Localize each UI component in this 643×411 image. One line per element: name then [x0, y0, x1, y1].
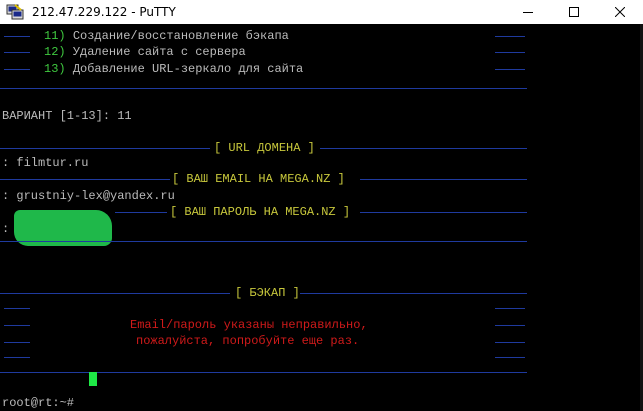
domain-header: [ URL ДОМЕНА ] — [214, 141, 315, 155]
menu-item-13: 13) Добавление URL-зеркало для сайта — [44, 62, 304, 76]
backup-rule-left — [4, 308, 30, 309]
domain-rule-left — [0, 148, 210, 149]
menu-rule-left — [4, 52, 30, 53]
minimize-button[interactable] — [505, 0, 551, 24]
shell-prompt: root@rt:~# — [2, 396, 75, 410]
minimize-icon — [523, 12, 533, 13]
title-bar[interactable]: 212.47.229.122 - PuTTY — [0, 0, 643, 24]
backup-rule-right — [495, 342, 525, 343]
menu-rule-right — [495, 52, 525, 53]
close-icon — [615, 7, 625, 17]
divider — [0, 241, 527, 242]
backup-rule-left — [4, 342, 30, 343]
maximize-button[interactable] — [551, 0, 597, 24]
email-value: : grustniy-lex@yandex.ru — [2, 189, 175, 203]
backup-rule-left — [4, 357, 30, 358]
email-rule-left — [0, 179, 170, 180]
terminal-area[interactable]: 11) Создание/восстановление бэкапа 12) У… — [0, 24, 643, 411]
backup-rule-right — [300, 293, 527, 294]
error-line-1: Email/пароль указаны неправильно, — [130, 318, 368, 332]
menu-rule-right — [495, 36, 525, 37]
putty-window: 212.47.229.122 - PuTTY 11) Создание/восс… — [0, 0, 643, 411]
menu-rule-right — [495, 69, 525, 70]
backup-rule-right — [495, 308, 525, 309]
backup-rule-right — [495, 325, 525, 326]
password-value: : — [2, 222, 10, 236]
email-header: [ ВАШ EMAIL НА MEGA.NZ ] — [172, 172, 345, 186]
backup-rule-left — [0, 293, 230, 294]
backup-header: [ БЭКАП ] — [235, 286, 300, 300]
close-button[interactable] — [597, 0, 643, 24]
password-rule-left — [115, 212, 167, 213]
menu-rule-left — [4, 36, 30, 37]
divider — [0, 88, 527, 89]
password-rule-right — [360, 212, 527, 213]
domain-value: : filmtur.ru — [2, 156, 89, 170]
window-title: 212.47.229.122 - PuTTY — [32, 5, 176, 19]
error-line-2: пожалуйста, попробуйте еще раз. — [136, 334, 360, 348]
variant-prompt: ВАРИАНТ [1-13]: 11 — [2, 109, 132, 123]
maximize-icon — [569, 7, 579, 17]
divider — [0, 372, 527, 373]
backup-rule-right — [495, 357, 525, 358]
domain-rule-right — [320, 148, 527, 149]
menu-item-11: 11) Создание/восстановление бэкапа — [44, 29, 289, 43]
backup-rule-left — [4, 325, 30, 326]
email-rule-right — [360, 179, 527, 180]
password-header: [ ВАШ ПАРОЛЬ НА MEGA.NZ ] — [170, 205, 351, 219]
text-cursor — [89, 372, 97, 386]
putty-icon — [6, 4, 24, 20]
menu-item-12: 12) Удаление сайта с сервера — [44, 45, 246, 59]
menu-rule-left — [4, 69, 30, 70]
